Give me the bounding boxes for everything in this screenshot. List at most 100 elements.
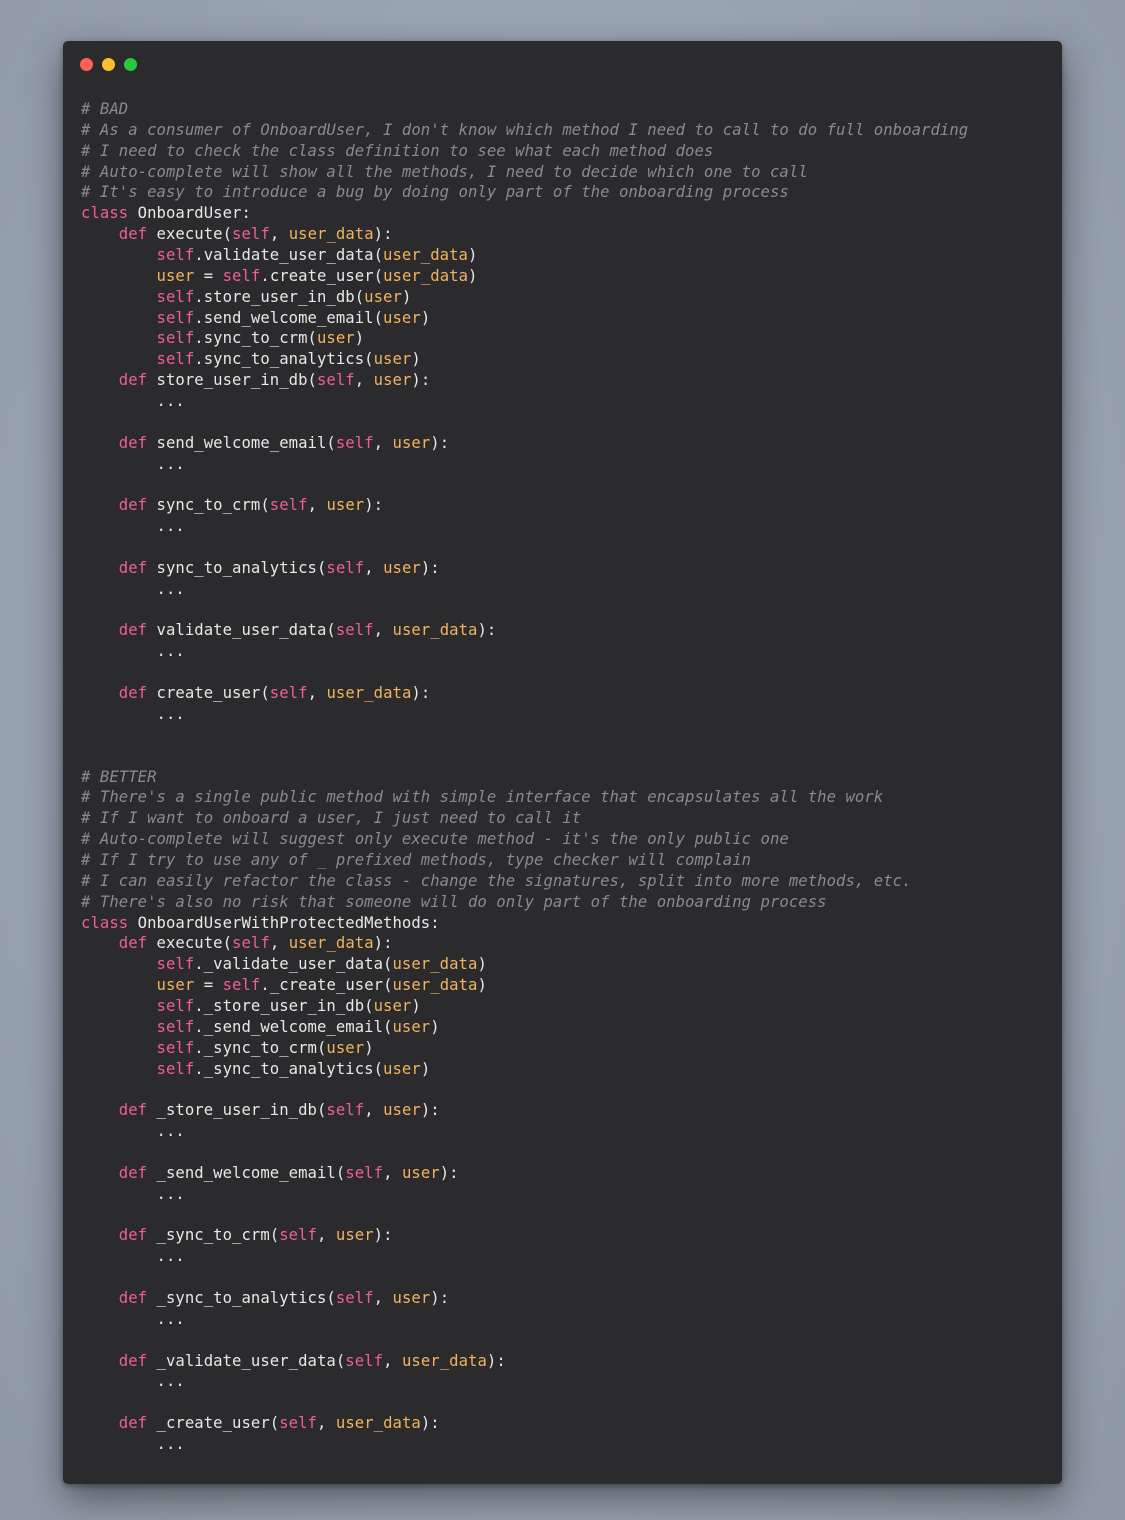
code-line: self._send_welcome_email(user) <box>81 1017 968 1038</box>
code-token-self: self <box>335 621 374 640</box>
code-token-name <box>81 1164 119 1182</box>
code-token-punct: , <box>383 1351 402 1370</box>
code-token-name: ... <box>81 1372 185 1391</box>
code-token-param: user <box>383 1101 421 1120</box>
code-token-self: self <box>156 350 195 369</box>
code-line: # There's also no risk that someone will… <box>81 892 968 913</box>
code-line: self.validate_user_data(user_data) <box>81 245 968 266</box>
code-token-punct: ): <box>411 684 431 703</box>
code-token-keyword: def <box>118 371 148 390</box>
code-token-punct: , <box>364 1101 384 1120</box>
code-token-name: ._validate_user_data( <box>194 955 393 974</box>
code-token-name <box>81 309 157 327</box>
code-line: ... <box>81 579 968 600</box>
code-line: def validate_user_data(self, user_data): <box>81 620 968 641</box>
code-line: def sync_to_crm(self, user): <box>81 495 968 516</box>
code-line: # I need to check the class definition t… <box>81 141 968 162</box>
code-token-param: user <box>156 266 195 285</box>
code-token-punct: ) <box>411 350 421 369</box>
code-line: ... <box>81 1371 968 1392</box>
code-token-punct: ): <box>439 1163 459 1182</box>
code-token-name <box>81 371 119 389</box>
code-token-name: _create_user( <box>147 1414 280 1433</box>
code-token-name: ... <box>81 1309 185 1328</box>
code-token-param: user_data <box>392 955 478 974</box>
code-token-keyword: def <box>118 1288 148 1307</box>
code-token-param: user_data <box>288 225 374 244</box>
code-token-name: _validate_user_data( <box>147 1351 346 1370</box>
code-line: self.sync_to_crm(user) <box>81 328 968 349</box>
code-token-self: self <box>156 287 195 306</box>
code-token-name <box>81 350 157 368</box>
code-token-punct: , <box>307 496 327 515</box>
code-token-self: self <box>232 225 270 244</box>
code-token-param: user_data <box>383 266 469 285</box>
code-token-keyword: def <box>118 558 148 577</box>
code-token-punct: ): <box>364 496 384 515</box>
window-titlebar <box>63 41 1062 89</box>
code-token-punct: ): <box>411 371 431 390</box>
code-token-keyword: def <box>118 433 148 452</box>
code-token-name: ... <box>81 704 185 723</box>
code-token-punct: ): <box>373 225 393 244</box>
code-token-punct: ): <box>420 1414 440 1433</box>
code-token-punct: , <box>269 225 289 244</box>
code-token-self: self <box>156 1038 195 1057</box>
code-token-name: .sync_to_crm( <box>194 329 317 348</box>
code-token-punct: , <box>269 934 289 953</box>
code-token-name <box>81 496 119 514</box>
code-token-name <box>81 621 119 639</box>
code-token-param: user <box>373 996 412 1015</box>
code-token-param: user <box>326 1038 365 1057</box>
code-token-name: ... <box>81 392 185 411</box>
code-token-comment: # If I want to onboard a user, I just ne… <box>81 809 582 828</box>
code-line: def _store_user_in_db(self, user): <box>81 1100 968 1121</box>
code-token-punct: , <box>373 1288 393 1307</box>
code-token-comment: # Auto-complete will suggest only execut… <box>81 830 789 849</box>
code-token-punct: ) <box>401 287 412 306</box>
code-token-self: self <box>156 1059 195 1078</box>
code-token-self: self <box>326 558 365 577</box>
code-token-name: ... <box>81 517 185 536</box>
code-line: def execute(self, user_data): <box>81 224 968 245</box>
code-line: # I can easily refactor the class - chan… <box>81 871 968 892</box>
code-token-punct: = <box>194 266 223 285</box>
code-token-self: self <box>335 1288 374 1307</box>
code-token-param: user <box>383 308 421 327</box>
close-window-button[interactable] <box>80 58 93 71</box>
code-token-punct: ) <box>430 1017 440 1036</box>
code-line: # If I try to use any of _ prefixed meth… <box>81 850 968 871</box>
minimize-window-button[interactable] <box>102 58 115 71</box>
zoom-window-button[interactable] <box>124 58 137 71</box>
code-token-punct: ): <box>420 558 440 577</box>
code-token-comment: # There's also no risk that someone will… <box>81 892 827 911</box>
code-token-name <box>81 246 157 264</box>
code-token-self: self <box>156 246 195 265</box>
code-block: # BAD # As a consumer of OnboardUser, I d… <box>81 99 968 1455</box>
code-token-punct: , <box>317 1414 336 1433</box>
code-token-name: ... <box>81 642 185 661</box>
code-token-punct: , <box>373 433 393 452</box>
code-line: def _create_user(self, user_data): <box>81 1413 968 1434</box>
code-token-param: user <box>392 1017 431 1036</box>
code-token-comment: # There's a single public method with si… <box>81 788 884 807</box>
code-line: # It's easy to introduce a bug by doing … <box>81 182 968 203</box>
code-line: self._sync_to_analytics(user) <box>81 1059 968 1080</box>
code-line: # As a consumer of OnboardUser, I don't … <box>81 120 968 141</box>
code-line: ... <box>81 704 968 725</box>
code-token-name <box>81 976 157 994</box>
code-token-keyword: class <box>81 204 129 223</box>
code-token-name <box>81 1289 119 1307</box>
code-token-self: self <box>156 955 195 974</box>
code-token-name <box>81 684 119 702</box>
code-token-name: .store_user_in_db( <box>194 287 365 306</box>
code-token-param: user_data <box>392 621 478 640</box>
code-token-punct: , <box>354 371 374 390</box>
code-token-self: self <box>156 329 195 348</box>
code-token-punct: ) <box>468 266 478 285</box>
code-token-name: sync_to_analytics( <box>147 558 327 577</box>
code-line: def execute(self, user_data): <box>81 933 968 954</box>
